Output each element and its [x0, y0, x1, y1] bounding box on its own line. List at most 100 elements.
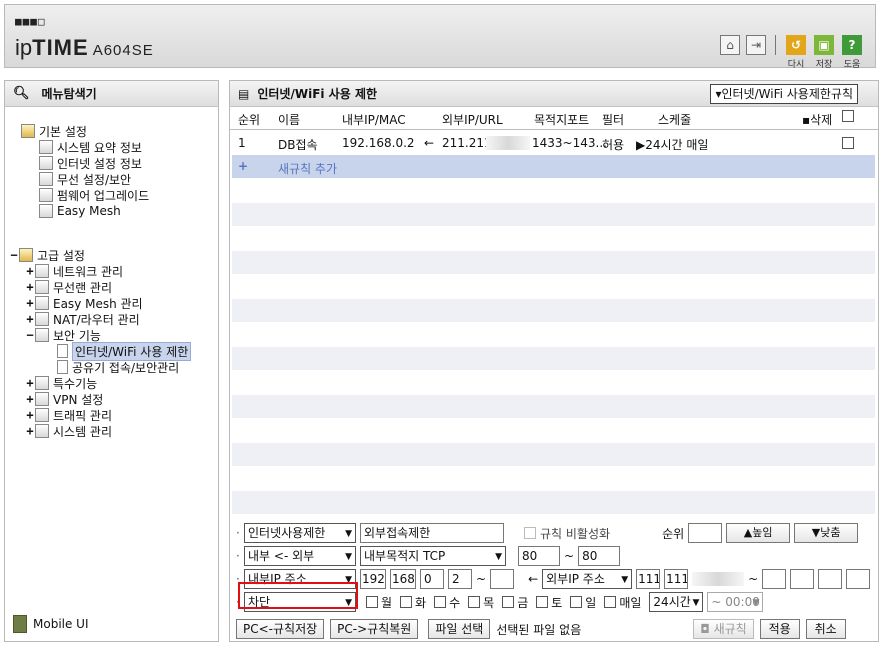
row-delete-checkbox[interactable]	[842, 137, 854, 149]
backup-rules-button[interactable]: PC<-규칙저장	[236, 619, 325, 639]
ext-ip-end-1[interactable]	[762, 569, 787, 589]
tree-traffic[interactable]: + 트래픽 관리	[25, 407, 112, 423]
tree-special[interactable]: + 특수기능	[25, 375, 97, 391]
expand-icon[interactable]: +	[25, 312, 35, 326]
tree-nat-router[interactable]: + NAT/라우터 관리	[25, 311, 140, 327]
day-checkbox[interactable]	[604, 596, 617, 608]
rule-type-value: 인터넷/WiFi 사용제한규칙	[721, 87, 853, 101]
priority-input[interactable]	[688, 523, 723, 543]
day-checkbox[interactable]	[400, 596, 413, 608]
int-ip-octet-4[interactable]: 2	[448, 569, 472, 589]
expand-icon[interactable]: +	[25, 296, 35, 310]
form-row-1: · 인터넷사용제한 외부접속제한 규칙 비활성화 순위 ▲높임 ▼낮춤	[236, 522, 859, 544]
day-checkbox[interactable]	[434, 596, 447, 608]
tree-wlan-mgmt[interactable]: + 무선랜 관리	[25, 279, 112, 295]
rule-type-select[interactable]: ▾인터넷/WiFi 사용제한규칙	[710, 84, 858, 104]
day-checkbox[interactable]	[366, 596, 378, 608]
mobile-ui-link[interactable]: Mobile UI	[13, 615, 89, 633]
router-icon	[35, 312, 49, 326]
new-rule-button[interactable]: ◘ 새규칙	[693, 619, 754, 639]
new-rule-icon: ◘	[700, 622, 714, 636]
lock-icon	[35, 328, 49, 342]
tree-network-mgmt[interactable]: + 네트워크 관리	[25, 263, 123, 279]
tree-vpn[interactable]: + VPN 설정	[25, 391, 103, 407]
disable-rule-checkbox[interactable]	[524, 527, 536, 539]
sidebar-header: 🔍︎ 메뉴탐색기	[5, 81, 218, 107]
cell-rank: 1	[238, 136, 246, 150]
file-choose-button[interactable]: 파일 선택	[428, 619, 491, 639]
save-button[interactable]: ▣ 저장	[813, 35, 835, 70]
priority-up-button[interactable]: ▲높임	[726, 523, 791, 543]
day-mon[interactable]: 월	[366, 594, 392, 611]
empty-row	[232, 299, 875, 323]
cancel-button[interactable]: 취소	[805, 619, 846, 639]
select-all-checkbox[interactable]	[842, 110, 854, 122]
add-rule-row[interactable]: + 새규칙 추가	[232, 155, 875, 179]
int-ip-octet-1[interactable]: 192	[360, 569, 386, 589]
save-label: 저장	[815, 60, 833, 70]
table-row[interactable]: 1 DB접속 192.168.0.2 ← 211.211 1433~143...…	[232, 131, 875, 155]
tree-wireless-security[interactable]: 무선 설정/보안	[39, 171, 131, 187]
ext-ip-end-3[interactable]	[818, 569, 843, 589]
tree-router-access[interactable]: 공유기 접속/보안관리	[57, 359, 179, 375]
expand-icon[interactable]: +	[25, 376, 35, 390]
expand-icon[interactable]: +	[25, 424, 35, 438]
day-sun[interactable]: 일	[570, 594, 596, 611]
rule-name-input[interactable]: 외부접속제한	[360, 523, 504, 543]
range-tilde: ~	[748, 572, 759, 586]
day-checkbox[interactable]	[536, 596, 549, 608]
refresh-button[interactable]: ↺ 다시	[785, 35, 807, 70]
time-from-select[interactable]: ~ 00:00	[707, 592, 764, 612]
tree-easy-mesh[interactable]: Easy Mesh	[39, 203, 121, 219]
apply-button[interactable]: 적용	[759, 619, 800, 639]
day-checkbox[interactable]	[570, 596, 583, 608]
expand-icon[interactable]: +	[25, 392, 35, 406]
new-rule-label: 새규칙	[713, 622, 747, 636]
col-delete-label: 삭제	[810, 113, 833, 127]
tree-easymesh-mgmt[interactable]: + Easy Mesh 관리	[25, 295, 143, 311]
day-checkbox[interactable]	[468, 596, 481, 608]
ext-ip-octet-2[interactable]: 111	[664, 569, 689, 589]
day-thu[interactable]: 목	[468, 594, 494, 611]
tree-internet-info[interactable]: 인터넷 설정 정보	[39, 155, 142, 171]
time-range-select[interactable]: 24시간	[649, 592, 704, 612]
ext-ip-octet-1[interactable]: 111	[636, 569, 661, 589]
collapse-icon[interactable]: −	[9, 248, 19, 262]
expand-icon[interactable]: +	[25, 280, 35, 294]
help-button[interactable]: ? 도움	[841, 35, 863, 70]
vpn-icon	[35, 392, 49, 406]
direction-select[interactable]: 내부 <- 외부	[244, 546, 356, 566]
day-fri[interactable]: 금	[502, 594, 528, 611]
tree-firmware-upgrade[interactable]: 펌웨어 업그레이드	[39, 187, 149, 203]
tree-basic-settings[interactable]: 기본 설정	[21, 123, 87, 139]
ext-ip-end-4[interactable]	[846, 569, 871, 589]
external-address-select[interactable]: 외부IP 주소	[542, 569, 633, 589]
tree-advanced-settings[interactable]: − 고급 설정	[9, 247, 85, 263]
port-to-input[interactable]: 80	[578, 546, 621, 566]
range-tilde: ~	[564, 549, 575, 563]
logout-icon[interactable]: ⇥	[746, 35, 766, 55]
tree-internet-wifi-restriction[interactable]: 인터넷/WiFi 사용 제한	[57, 341, 192, 361]
int-ip-end-input[interactable]	[490, 569, 515, 589]
priority-down-button[interactable]: ▼낮춤	[794, 523, 859, 543]
tree-system-mgmt[interactable]: + 시스템 관리	[25, 423, 112, 439]
restriction-type-select[interactable]: 인터넷사용제한	[244, 523, 356, 543]
day-checkbox[interactable]	[502, 596, 515, 608]
port-from-input[interactable]: 80	[518, 546, 560, 566]
day-tue[interactable]: 화	[400, 594, 426, 611]
protocol-select[interactable]: 내부목적지 TCP	[360, 546, 506, 566]
int-ip-octet-2[interactable]: 168	[390, 569, 416, 589]
day-wed[interactable]: 수	[434, 594, 460, 611]
day-everyday[interactable]: 매일	[604, 594, 641, 611]
int-ip-octet-3[interactable]: 0	[420, 569, 444, 589]
mobile-icon	[13, 615, 27, 633]
expand-icon[interactable]: +	[25, 264, 35, 278]
restore-rules-button[interactable]: PC->규칙복원	[330, 619, 419, 639]
day-sat[interactable]: 토	[536, 594, 562, 611]
collapse-icon[interactable]: −	[25, 328, 35, 342]
expand-icon[interactable]: +	[25, 408, 35, 422]
wifi-icon	[39, 172, 53, 186]
home-icon[interactable]: ⌂	[720, 35, 740, 55]
tree-system-summary[interactable]: 시스템 요약 정보	[39, 139, 142, 155]
ext-ip-end-2[interactable]	[790, 569, 815, 589]
